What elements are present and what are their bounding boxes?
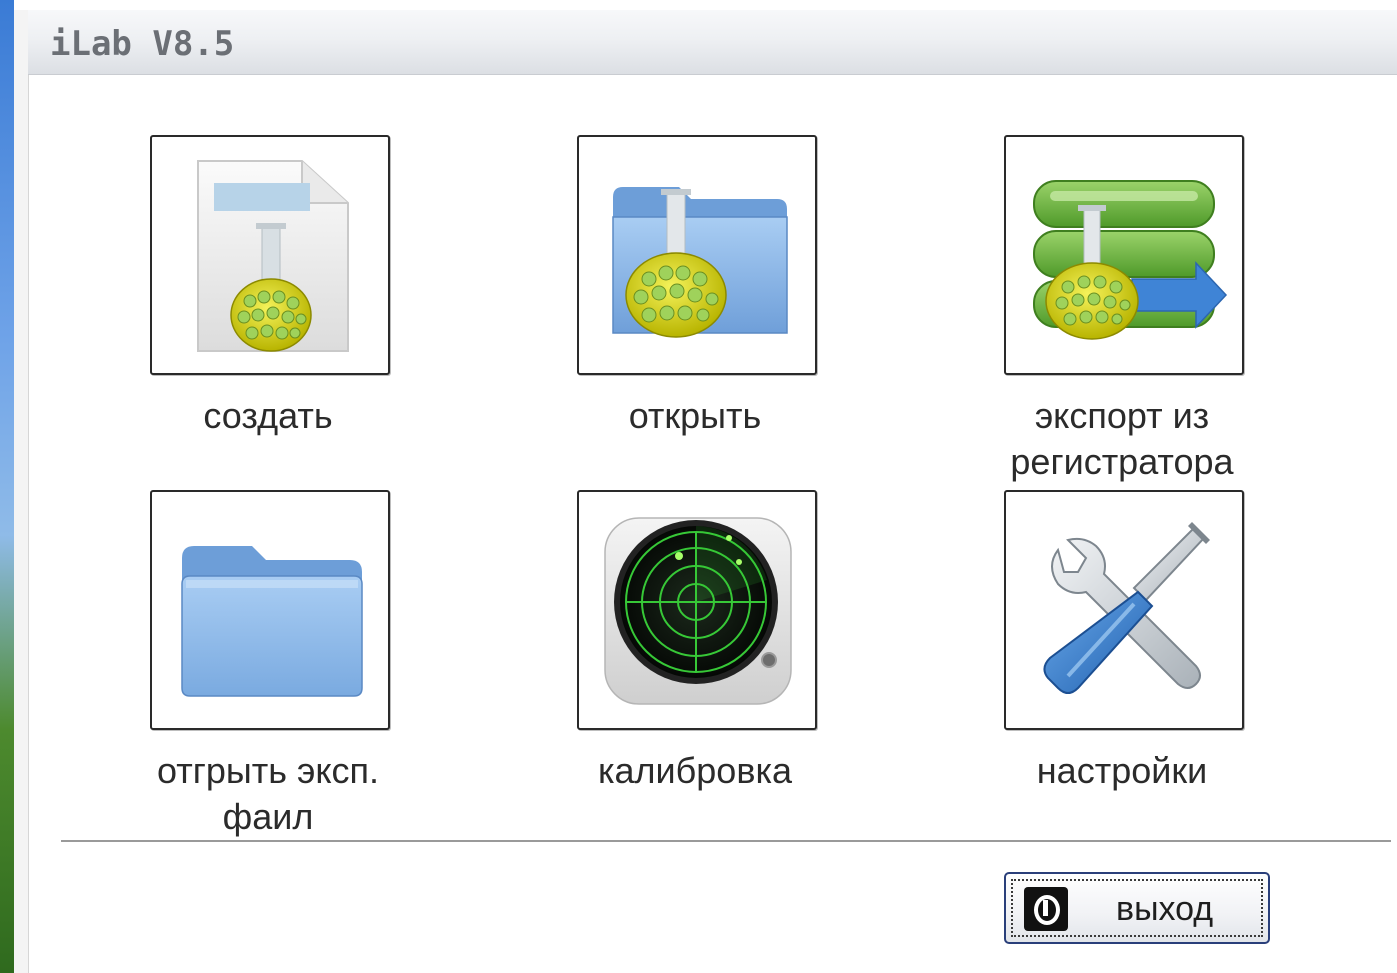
radar-icon [604,517,792,705]
export-label-line1: экспорт из [1034,395,1210,436]
screen: iLab V8.5 создать открыть экспорт из рег… [0,0,1397,973]
calibration-button[interactable] [577,490,817,730]
exit-button[interactable]: выход [1004,872,1270,944]
open-experiment-file-button[interactable] [150,490,390,730]
window-top-edge [14,0,1397,10]
create-button[interactable] [150,135,390,375]
calibration-label: калибровка [597,750,793,791]
create-label: создать [203,395,333,436]
open-label: открыть [628,395,762,436]
power-icon [1024,887,1068,931]
export-label-line2: регистратора [1010,441,1234,482]
title-bar[interactable]: iLab V8.5 [28,10,1397,75]
open-experiment-file-label: отгрыть эксп. фаил [156,750,379,837]
export-button[interactable] [1004,135,1244,375]
settings-label: настройки [1036,750,1208,791]
settings-button[interactable] [1004,490,1244,730]
app-window: iLab V8.5 создать открыть экспорт из рег… [14,0,1397,973]
folder-icon [181,546,363,697]
footer-divider [61,840,1391,843]
desktop-background [0,0,14,973]
window-title: iLab V8.5 [50,24,235,64]
export-label: экспорт из регистратора [974,393,1270,485]
export-database-flask-icon [1033,180,1228,340]
open-button[interactable] [577,135,817,375]
new-file-flask-icon [197,160,349,352]
open-folder-flask-icon [612,187,788,338]
main-panel: создать открыть экспорт из регистратора … [28,75,1397,973]
exit-label: выход [1116,890,1214,928]
tools-icon [1043,522,1210,694]
